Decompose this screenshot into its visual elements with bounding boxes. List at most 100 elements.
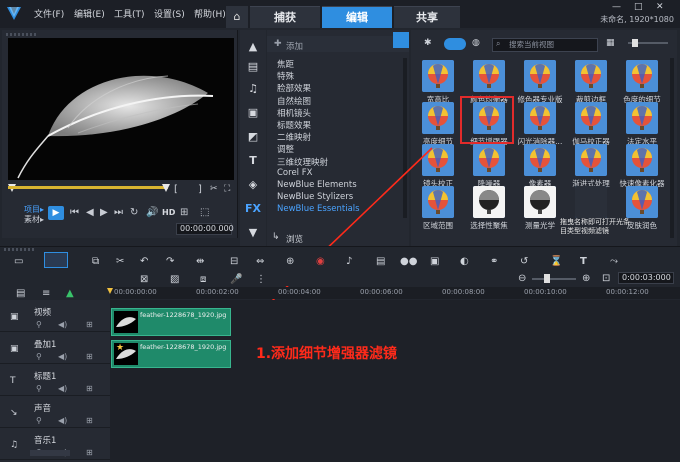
audio-toggle-icon[interactable]: ◍ [472, 38, 480, 48]
mark-out-button[interactable]: ] [198, 184, 202, 195]
menu-help[interactable]: 帮助(H) [194, 7, 226, 20]
category-scrollbar[interactable] [403, 58, 407, 218]
audio-duck-icon[interactable]: ⋮ [256, 274, 266, 285]
slider-knob[interactable] [632, 39, 638, 47]
track-grid-icon[interactable]: ⊞ [86, 320, 93, 329]
filter-thumbnail[interactable] [575, 102, 607, 134]
filter-thumbnail[interactable] [473, 186, 505, 218]
filter-label[interactable]: 区域范围 [414, 220, 462, 231]
title-tool-icon[interactable]: ▣ [430, 256, 439, 267]
fit-screen-icon[interactable]: ⊠ [140, 274, 148, 285]
filter-thumbnail[interactable] [626, 102, 658, 134]
tab-capture[interactable]: 捕获 [250, 6, 320, 28]
category-item[interactable]: 三维纹理映射 [277, 156, 328, 168]
ripple-icon[interactable]: ⇔ [256, 256, 264, 267]
filter-thumbnail[interactable] [473, 144, 505, 176]
track-grid-icon[interactable]: ⊞ [86, 384, 93, 393]
graphics-icon[interactable]: ◩ [244, 128, 262, 146]
zoom-slider[interactable] [532, 278, 576, 280]
filter-thumbnail[interactable] [524, 186, 556, 218]
mark-in-button[interactable]: [ [174, 184, 178, 195]
start-icon[interactable]: ⏮ [70, 207, 79, 218]
timeline-timecode[interactable]: 0:00:03:000 [618, 272, 674, 284]
lock-icon[interactable]: ⚲ [36, 352, 42, 361]
fx-filter-icon[interactable]: FX [244, 200, 262, 218]
category-item[interactable]: 二维映射 [277, 131, 311, 143]
expand-icon[interactable]: ⛶ [224, 184, 230, 194]
scrub-end-handle[interactable] [162, 184, 170, 192]
storyboard-view-icon[interactable]: ▭ [14, 256, 23, 267]
lock-icon[interactable]: ⚲ [36, 384, 42, 393]
category-item[interactable]: NewBlue Essentials [277, 204, 360, 214]
add-button[interactable]: 添加 [286, 40, 303, 52]
search-input[interactable]: 搜索当前视图 [492, 38, 598, 52]
category-item[interactable]: 相机镜头 [277, 107, 311, 119]
zoom-out-icon[interactable]: ⊖ [518, 273, 526, 284]
timeline-clip[interactable]: feather-1228678_1920.jpg ★ [111, 340, 231, 368]
filter-label[interactable]: 测量光学 [516, 220, 564, 231]
video-track-icon[interactable]: ▣ [10, 312, 19, 322]
track-name[interactable]: 声音 [34, 402, 51, 414]
filter-thumbnail[interactable] [524, 102, 556, 134]
filter-thumbnail[interactable] [575, 186, 607, 218]
tab-share[interactable]: 共享 [394, 6, 460, 28]
browse-icon[interactable]: ↳ [272, 232, 280, 242]
timeline-clip[interactable]: feather-1228678_1920.jpg [111, 308, 231, 336]
timeline-ruler[interactable]: 00:00:00:00 00:00:02:00 00:00:04:00 00:00:0… [110, 287, 680, 299]
subtitle-icon[interactable]: ▤ [376, 256, 385, 267]
multi-cam-icon[interactable]: ●● [400, 256, 417, 267]
track-audio-icon[interactable]: ◀) [58, 320, 67, 329]
browse-button[interactable]: 浏览 [286, 233, 303, 245]
tools-icon[interactable]: ✂ [116, 256, 124, 267]
title-track-icon[interactable]: T [10, 376, 16, 386]
track-grid-icon[interactable]: ⊞ [86, 448, 93, 457]
minimize-icon[interactable]: — [612, 2, 621, 12]
track-grid-icon[interactable]: ⊞ [86, 416, 93, 425]
timecode-display[interactable]: 00:00:00.000 [176, 223, 234, 235]
filter-thumbnail[interactable] [626, 144, 658, 176]
category-item[interactable]: NewBlue Stylizers [277, 192, 353, 202]
view-toggle[interactable] [444, 38, 466, 50]
music-track-icon[interactable]: ♫ [10, 440, 18, 450]
prev-frame-icon[interactable]: ◀ [86, 207, 94, 218]
filter-label[interactable]: 选择性聚焦 [465, 220, 513, 231]
loop-icon[interactable]: ↺ [520, 256, 528, 267]
gallery-scrollbar[interactable] [670, 58, 674, 238]
filter-thumbnail[interactable] [422, 144, 454, 176]
volume-icon[interactable]: 🔊 [146, 207, 158, 218]
undo-icon[interactable]: ↶ [140, 256, 148, 267]
filter-thumbnail[interactable] [422, 186, 454, 218]
media-icon[interactable]: ▤ [244, 58, 262, 76]
track-audio-icon[interactable]: ◀) [58, 416, 67, 425]
filter-thumbnail[interactable] [524, 144, 556, 176]
track-audio-icon[interactable]: ◀) [58, 352, 67, 361]
tab-edit[interactable]: 编辑 [322, 6, 392, 28]
chain-icon[interactable]: ⚭ [490, 256, 498, 267]
category-item[interactable]: 特殊 [277, 70, 294, 82]
grid-view-icon[interactable]: ▦ [606, 38, 615, 48]
lock-icon[interactable]: ⚲ [36, 320, 42, 329]
category-item[interactable]: NewBlue Elements [277, 180, 357, 190]
overlay-track-icon[interactable]: ▣ [10, 344, 19, 354]
mask-icon[interactable]: ◐ [460, 256, 469, 267]
filter-thumbnail[interactable] [473, 60, 505, 92]
collapse-up-icon[interactable]: ▲ [244, 38, 262, 56]
add-icon[interactable]: ✚ [274, 39, 282, 49]
playhead-icon[interactable] [107, 287, 113, 294]
category-item[interactable]: 调整 [277, 143, 294, 155]
transition-icon[interactable]: ▣ [244, 104, 262, 122]
panel-corner-icon[interactable] [393, 32, 409, 48]
menu-file[interactable]: 文件(F) [34, 7, 64, 20]
track-name[interactable]: 叠加1 [34, 338, 56, 350]
snapshot-icon[interactable]: ▨ [170, 274, 179, 285]
end-icon[interactable]: ⏭ [114, 207, 123, 218]
track-name[interactable]: 音乐1 [34, 434, 56, 446]
track-grid-icon[interactable]: ⊞ [86, 352, 93, 361]
filter-thumbnail[interactable] [524, 60, 556, 92]
filter-thumbnail[interactable] [422, 102, 454, 134]
category-item[interactable]: 标题效果 [277, 119, 311, 131]
maximize-icon[interactable]: □ [634, 2, 643, 12]
add-marker-icon[interactable]: ▲ [66, 288, 74, 299]
filter-thumbnail[interactable] [575, 60, 607, 92]
motion-path-icon[interactable]: ⤳ [610, 256, 618, 267]
